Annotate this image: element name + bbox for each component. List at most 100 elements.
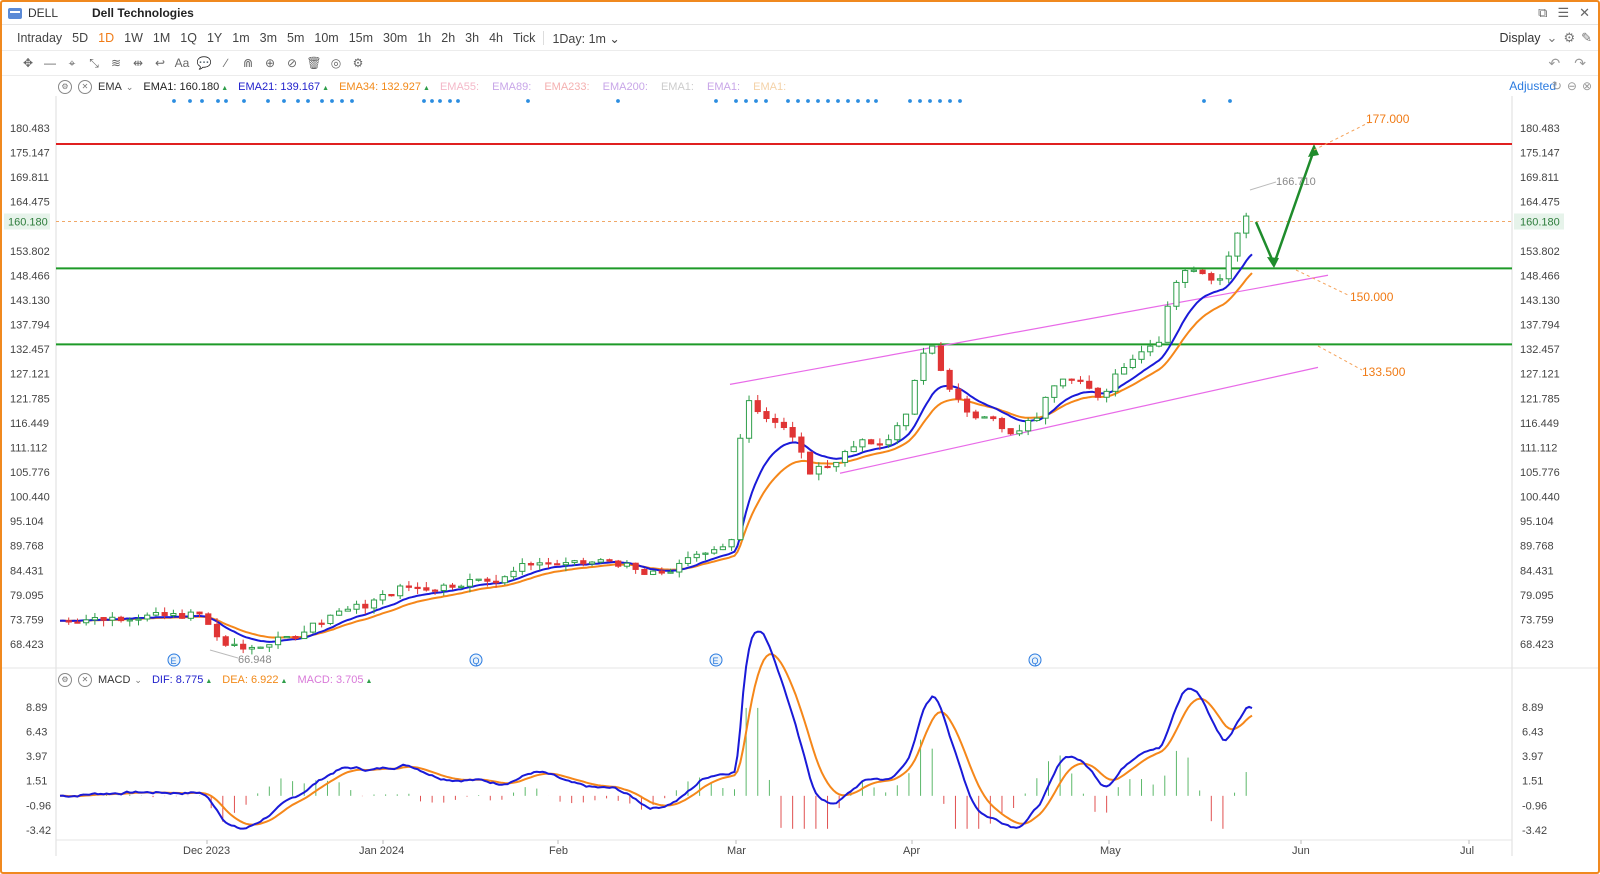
candle[interactable]: [1086, 380, 1093, 389]
candle[interactable]: [702, 552, 709, 555]
candle[interactable]: [745, 400, 753, 439]
candle[interactable]: [684, 557, 692, 564]
candle[interactable]: [1077, 379, 1084, 382]
candle[interactable]: [833, 461, 840, 468]
candle[interactable]: [658, 570, 665, 574]
candle[interactable]: [841, 451, 849, 463]
candle[interactable]: [431, 589, 439, 592]
candle[interactable]: [458, 585, 465, 588]
candle[interactable]: [179, 613, 186, 619]
candle[interactable]: [309, 622, 317, 633]
candle[interactable]: [911, 379, 918, 415]
candle[interactable]: [213, 623, 221, 638]
candle[interactable]: [920, 352, 927, 381]
candle[interactable]: [885, 439, 892, 446]
candle[interactable]: [868, 439, 875, 445]
candle[interactable]: [510, 570, 517, 578]
candle[interactable]: [117, 616, 125, 622]
candle[interactable]: [990, 416, 997, 420]
candle[interactable]: [1208, 273, 1215, 281]
candle[interactable]: [362, 603, 369, 609]
candle[interactable]: [344, 608, 351, 612]
candle[interactable]: [1103, 390, 1110, 398]
candle[interactable]: [693, 553, 700, 559]
candle[interactable]: [955, 388, 962, 400]
candle[interactable]: [475, 578, 482, 581]
candle[interactable]: [187, 611, 194, 619]
candle[interactable]: [248, 646, 255, 650]
candle[interactable]: [545, 562, 552, 565]
candle[interactable]: [929, 345, 936, 354]
price-chart[interactable]: 180.483 180.483 175.147 175.147 169.811 169.8…: [0, 0, 1600, 874]
ema21-line[interactable]: [59, 253, 1253, 643]
candle[interactable]: [615, 560, 622, 567]
candle[interactable]: [100, 617, 107, 621]
candle[interactable]: [423, 587, 430, 591]
candle[interactable]: [327, 614, 334, 624]
candle[interactable]: [501, 576, 508, 584]
candle[interactable]: [728, 539, 735, 548]
candle[interactable]: [711, 549, 718, 554]
candle[interactable]: [440, 584, 447, 591]
candle[interactable]: [806, 451, 814, 475]
candle[interactable]: [222, 636, 229, 646]
candle[interactable]: [850, 446, 857, 453]
candle[interactable]: [1068, 378, 1075, 381]
candle[interactable]: [379, 593, 386, 601]
candle[interactable]: [414, 586, 421, 590]
candle[interactable]: [126, 619, 133, 622]
candle[interactable]: [1173, 281, 1180, 307]
candle[interactable]: [998, 418, 1006, 430]
candle[interactable]: [580, 560, 587, 565]
candle[interactable]: [789, 427, 796, 438]
candle[interactable]: [196, 611, 203, 615]
candle[interactable]: [527, 563, 535, 566]
candle[interactable]: [1234, 232, 1241, 257]
candle[interactable]: [737, 437, 744, 541]
candle[interactable]: [283, 635, 290, 639]
candle[interactable]: [370, 599, 378, 609]
candle[interactable]: [676, 562, 683, 573]
candle[interactable]: [780, 421, 788, 429]
candle[interactable]: [623, 562, 631, 567]
candle[interactable]: [859, 439, 866, 448]
candle[interactable]: [1129, 358, 1136, 369]
candle[interactable]: [937, 345, 945, 371]
candle[interactable]: [571, 560, 578, 564]
candle[interactable]: [972, 411, 979, 419]
candle[interactable]: [1147, 345, 1154, 353]
candle[interactable]: [65, 620, 72, 623]
projection-path[interactable]: [1254, 149, 1316, 268]
candle[interactable]: [1120, 367, 1128, 375]
candle[interactable]: [597, 559, 604, 563]
candle[interactable]: [1164, 305, 1171, 343]
candle[interactable]: [554, 563, 561, 566]
candle[interactable]: [91, 617, 98, 621]
candle[interactable]: [963, 398, 971, 413]
candle[interactable]: [981, 416, 988, 419]
candle[interactable]: [641, 568, 648, 575]
candle[interactable]: [1243, 215, 1250, 234]
candle[interactable]: [257, 646, 264, 649]
candle[interactable]: [1025, 420, 1032, 432]
candle[interactable]: [1042, 396, 1049, 419]
candle[interactable]: [1016, 430, 1023, 435]
candle[interactable]: [301, 631, 308, 640]
candle[interactable]: [74, 621, 81, 624]
candle[interactable]: [876, 443, 883, 446]
candle[interactable]: [1190, 269, 1197, 272]
ema34-line[interactable]: [60, 272, 1253, 639]
candle[interactable]: [1216, 278, 1224, 281]
candle[interactable]: [449, 584, 456, 588]
candle[interactable]: [1138, 351, 1145, 360]
candle[interactable]: [274, 636, 282, 646]
candle[interactable]: [1094, 387, 1102, 398]
candle[interactable]: [798, 436, 805, 453]
candle[interactable]: [484, 578, 491, 582]
candle[interactable]: [562, 562, 569, 566]
candle[interactable]: [353, 603, 360, 610]
candle[interactable]: [170, 613, 177, 616]
candle[interactable]: [266, 644, 273, 648]
candle[interactable]: [649, 570, 657, 575]
candle[interactable]: [667, 571, 674, 574]
